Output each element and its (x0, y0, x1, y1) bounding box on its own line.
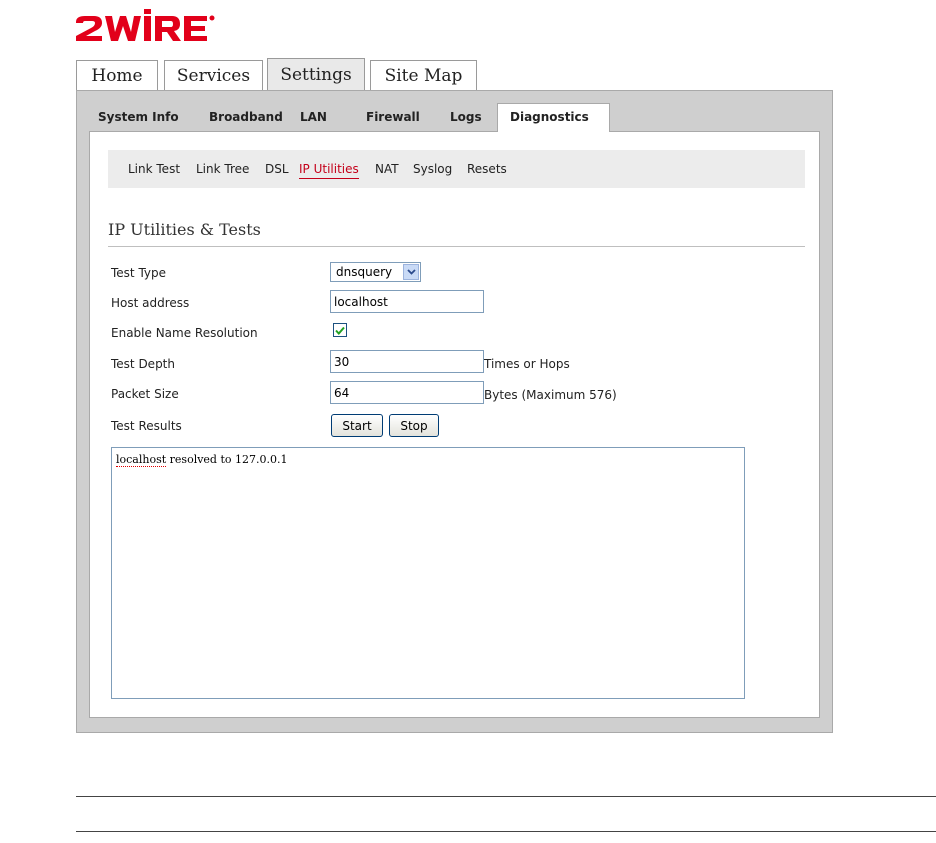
packet-size-input[interactable] (330, 381, 484, 404)
chevron-down-glyph (406, 269, 416, 275)
test-type-label: Test Type (111, 266, 167, 280)
host-address-input[interactable] (330, 290, 484, 313)
document-rule-top (76, 796, 936, 797)
test-type-select[interactable]: dnsquery (330, 262, 421, 282)
subtab-system-info-label: System Info (98, 110, 179, 124)
subtab-broadband-label: Broadband (209, 110, 283, 124)
packet-size-unit: Bytes (Maximum 576) (484, 388, 617, 402)
test-depth-label: Test Depth (111, 357, 175, 371)
results-text: resolved to 127.0.0.1 (166, 453, 288, 466)
subtab-diagnostics[interactable]: Diagnostics (497, 103, 610, 132)
subtab-system-info[interactable]: System Info (98, 105, 179, 131)
tab-home-label: Home (91, 65, 143, 86)
test-depth-unit: Times or Hops (484, 357, 570, 371)
tab-site-map-label: Site Map (384, 65, 463, 86)
2wire-logo (75, 8, 225, 42)
start-button[interactable]: Start (331, 414, 383, 437)
subtab-firewall[interactable]: Firewall (366, 105, 420, 131)
diagnostics-panel: Link Test Link Tree DSL IP Utilities NAT… (89, 131, 820, 718)
nav-link-tree[interactable]: Link Tree (196, 162, 249, 176)
host-address-label: Host address (111, 296, 190, 310)
subtab-firewall-label: Firewall (366, 110, 420, 124)
settings-frame: System Info Broadband LAN Firewall Logs … (76, 90, 833, 733)
nav-syslog[interactable]: Syslog (413, 162, 452, 176)
test-depth-input[interactable] (330, 350, 484, 373)
tab-site-map[interactable]: Site Map (370, 60, 477, 90)
chevron-down-icon[interactable] (403, 264, 419, 280)
nav-resets[interactable]: Resets (467, 162, 507, 176)
2wire-logo-mark (76, 9, 215, 41)
packet-size-label: Packet Size (111, 387, 179, 401)
subtab-diagnostics-label: Diagnostics (510, 110, 589, 124)
results-host: localhost (116, 453, 167, 467)
subtab-lan-label: LAN (300, 110, 327, 124)
nav-link-test[interactable]: Link Test (128, 162, 180, 176)
page-title: IP Utilities & Tests (108, 220, 261, 239)
stop-button[interactable]: Stop (389, 414, 439, 437)
name-resolution-checkbox[interactable] (333, 323, 347, 337)
tab-services-label: Services (176, 65, 251, 86)
test-results-label: Test Results (111, 419, 182, 433)
results-output-line: localhost resolved to 127.0.0.1 (116, 453, 288, 467)
title-divider (108, 246, 805, 247)
nav-ip-utilities[interactable]: IP Utilities (299, 162, 359, 179)
nav-nat[interactable]: NAT (375, 162, 399, 176)
subtab-logs-label: Logs (450, 110, 482, 124)
tab-home[interactable]: Home (76, 60, 158, 90)
subtab-lan[interactable]: LAN (300, 105, 327, 131)
test-results-textarea[interactable]: localhost resolved to 127.0.0.1 (111, 447, 745, 699)
document-rule-bottom (76, 831, 936, 832)
test-type-value: dnsquery (336, 265, 393, 279)
diagnostics-nav: Link Test Link Tree DSL IP Utilities NAT… (108, 150, 805, 188)
tab-settings-label: Settings (280, 65, 352, 85)
checkmark-icon (335, 326, 345, 335)
nav-dsl[interactable]: DSL (265, 162, 289, 176)
name-resolution-label: Enable Name Resolution (111, 326, 258, 340)
tab-settings[interactable]: Settings (267, 58, 365, 91)
subtab-broadband[interactable]: Broadband (209, 105, 283, 131)
tab-services[interactable]: Services (164, 60, 263, 90)
subtab-logs[interactable]: Logs (450, 105, 482, 131)
